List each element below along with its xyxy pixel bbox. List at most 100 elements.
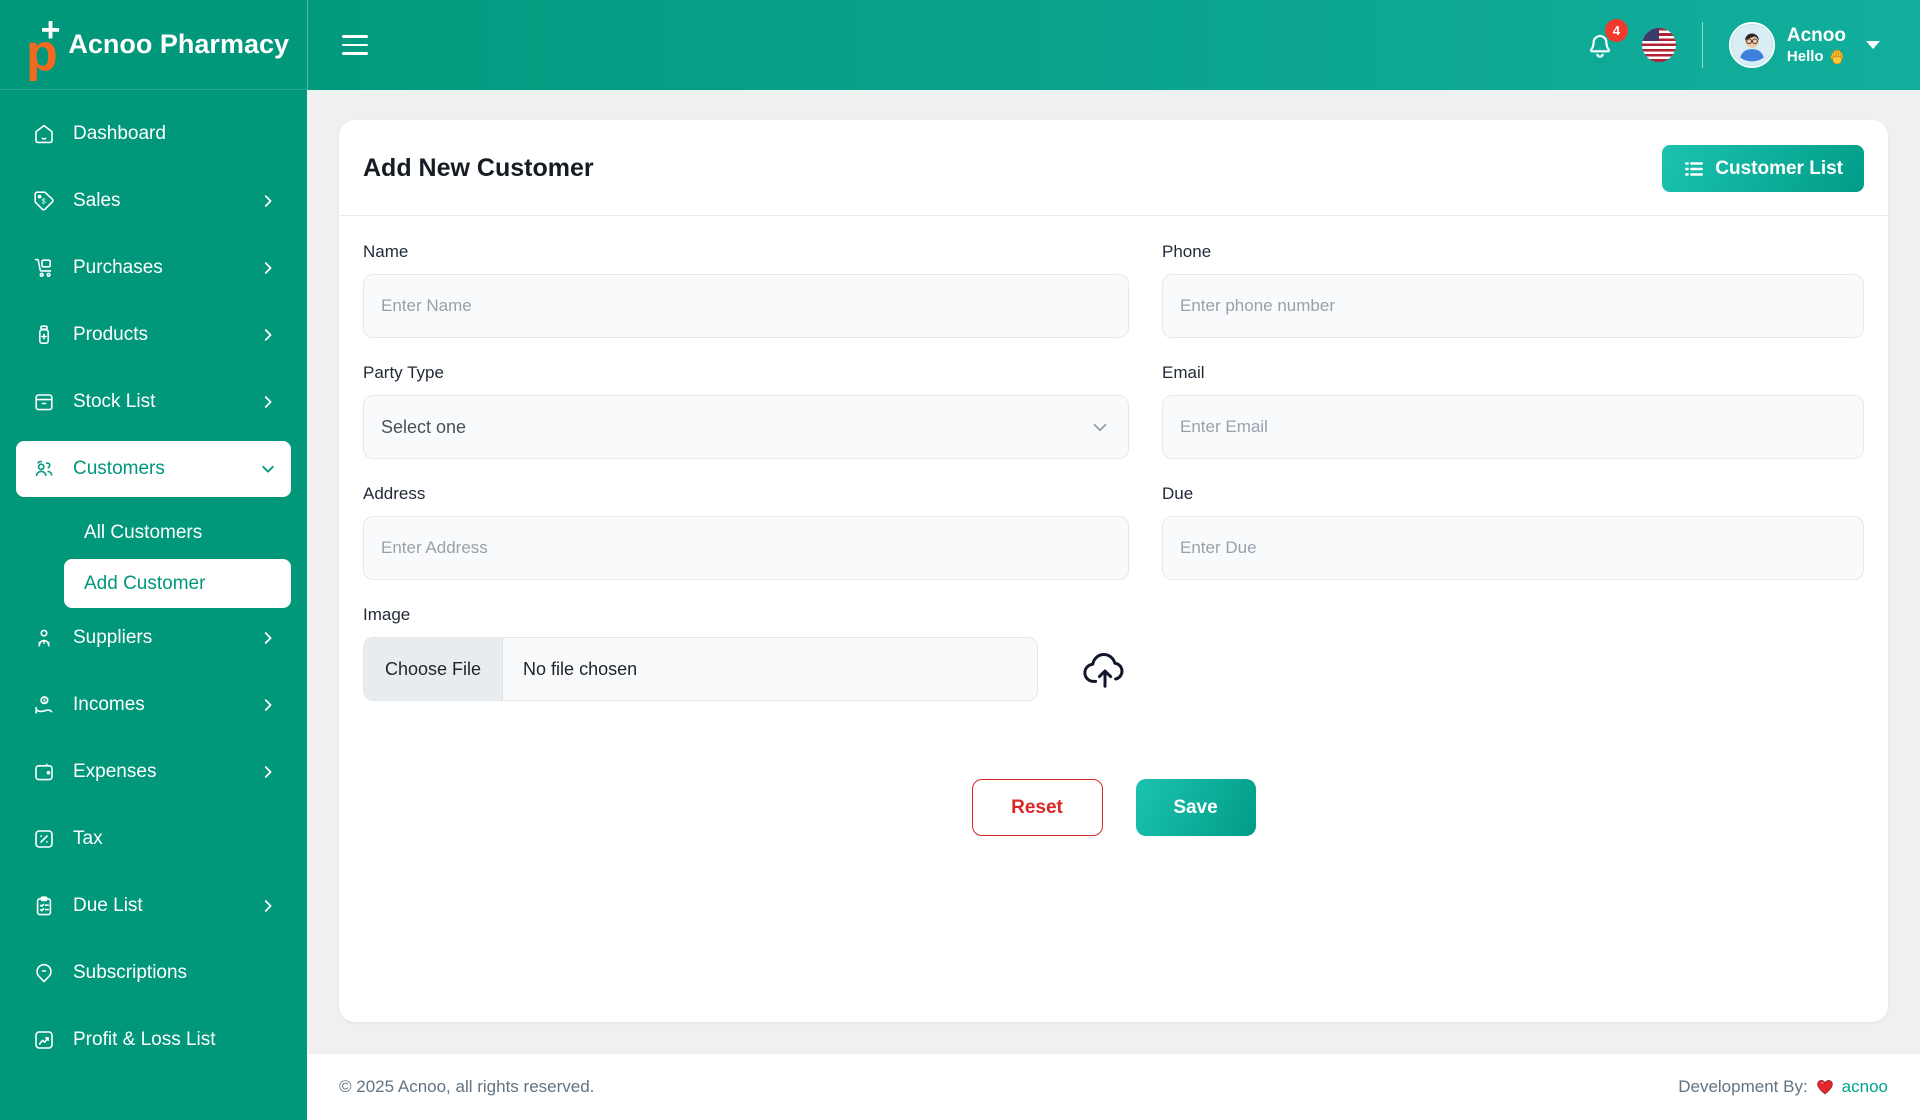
sidebar-item-label: Expenses xyxy=(73,761,156,783)
phone-label: Phone xyxy=(1162,242,1864,262)
sidebar-nav: Dashboard $ Sales Purchases Products Stock Li… xyxy=(0,90,307,1120)
sidebar-item-suppliers[interactable]: Suppliers xyxy=(16,610,291,666)
sidebar-item-purchases[interactable]: Purchases xyxy=(16,240,291,296)
sidebar-item-customers[interactable]: Customers xyxy=(16,441,291,497)
card-body: Name Phone Party Type Select one xyxy=(339,216,1888,862)
address-label: Address xyxy=(363,484,1129,504)
name-field-group: Name xyxy=(363,242,1129,338)
sidebar-item-label: Products xyxy=(73,324,148,346)
reset-button[interactable]: Reset xyxy=(972,779,1103,836)
brand: p + Acnoo Pharmacy xyxy=(0,0,307,90)
due-input[interactable] xyxy=(1162,516,1864,580)
copyright-text: © 2025 Acnoo, all rights reserved. xyxy=(339,1077,594,1097)
wave-hand-icon xyxy=(1827,47,1846,66)
address-input[interactable] xyxy=(363,516,1129,580)
sidebar-item-sales[interactable]: $ Sales xyxy=(16,173,291,229)
acnoo-logo-icon: p + xyxy=(26,17,58,73)
email-input[interactable] xyxy=(1162,395,1864,459)
chevron-right-icon xyxy=(259,192,277,210)
choose-file-button[interactable]: Choose File xyxy=(364,638,503,700)
chevron-down-icon xyxy=(1866,41,1880,49)
sidebar-item-profit-loss-list[interactable]: Profit & Loss List xyxy=(16,1012,291,1068)
sidebar-item-incomes[interactable]: $ Incomes xyxy=(16,677,291,733)
add-customer-card: Add New Customer Customer List Name xyxy=(339,120,1888,1022)
sidebar-item-stock-list[interactable]: Stock List xyxy=(16,374,291,430)
user-menu[interactable]: Acnoo Hello xyxy=(1729,22,1880,68)
user-greeting: Hello xyxy=(1787,48,1824,67)
name-label: Name xyxy=(363,242,1129,262)
wallet-icon xyxy=(32,760,56,784)
content-column: 4 xyxy=(307,0,1920,1120)
due-label: Due xyxy=(1162,484,1864,504)
sidebar-item-label: Subscriptions xyxy=(73,962,187,984)
chevron-right-icon xyxy=(259,897,277,915)
name-input[interactable] xyxy=(363,274,1129,338)
heart-icon xyxy=(1815,1077,1835,1097)
sidebar-item-products[interactable]: Products xyxy=(16,307,291,363)
file-status: No file chosen xyxy=(503,638,657,700)
sidebar-item-label: Incomes xyxy=(73,694,145,716)
chevron-right-icon xyxy=(259,259,277,277)
phone-field-group: Phone xyxy=(1162,242,1864,338)
list-icon xyxy=(1683,158,1705,180)
chevron-right-icon xyxy=(259,326,277,344)
notification-badge: 4 xyxy=(1605,19,1628,42)
sidebar-subitem-all-customers[interactable]: All Customers xyxy=(64,508,291,557)
file-input[interactable]: Choose File No file chosen xyxy=(363,637,1038,701)
percent-icon xyxy=(32,827,56,851)
bottle-icon xyxy=(32,323,56,347)
sidebar-item-label: Purchases xyxy=(73,257,163,279)
sidebar-item-subscriptions[interactable]: Subscriptions xyxy=(16,945,291,1001)
sidebar-item-label: Profit & Loss List xyxy=(73,1029,216,1051)
topbar-divider xyxy=(1702,22,1703,68)
sidebar-item-due-list[interactable]: Due List xyxy=(16,878,291,934)
sidebar: p + Acnoo Pharmacy Dashboard $ Sales Purcha… xyxy=(0,0,307,1120)
party-type-field-group: Party Type Select one xyxy=(363,363,1129,459)
svg-text:$: $ xyxy=(42,197,47,206)
page-title: Add New Customer xyxy=(363,154,594,183)
sidebar-item-label: Sales xyxy=(73,190,121,212)
chevron-down-icon xyxy=(259,460,277,478)
users-icon xyxy=(32,457,56,481)
sidebar-item-label: Customers xyxy=(73,458,165,480)
email-label: Email xyxy=(1162,363,1864,383)
user-name: Acnoo xyxy=(1787,24,1846,48)
address-field-group: Address xyxy=(363,484,1129,580)
pin-tag-icon xyxy=(32,961,56,985)
phone-input[interactable] xyxy=(1162,274,1864,338)
sidebar-item-label: Tax xyxy=(73,828,103,850)
sidebar-item-tax[interactable]: Tax xyxy=(16,811,291,867)
sidebar-item-label: Dashboard xyxy=(73,123,166,145)
language-flag-us-icon[interactable] xyxy=(1642,28,1676,62)
app-window: p + Acnoo Pharmacy Dashboard $ Sales Purcha… xyxy=(0,0,1920,1120)
clipboard-icon xyxy=(32,894,56,918)
due-field-group: Due xyxy=(1162,484,1864,580)
form-actions: Reset Save xyxy=(363,779,1864,836)
brand-name: Acnoo Pharmacy xyxy=(68,29,289,60)
image-label: Image xyxy=(363,605,1129,625)
customer-list-button[interactable]: Customer List xyxy=(1662,145,1864,192)
save-button[interactable]: Save xyxy=(1136,779,1256,836)
developer-link[interactable]: acnoo xyxy=(1842,1077,1888,1097)
chevron-right-icon xyxy=(259,696,277,714)
coin-hand-icon: $ xyxy=(32,693,56,717)
person-icon xyxy=(32,626,56,650)
tag-icon: $ xyxy=(32,189,56,213)
sidebar-item-dashboard[interactable]: Dashboard xyxy=(16,106,291,162)
card-header: Add New Customer Customer List xyxy=(339,120,1888,216)
sidebar-subitem-add-customer[interactable]: Add Customer xyxy=(64,559,291,608)
party-type-select[interactable]: Select one xyxy=(363,395,1129,459)
topbar: 4 xyxy=(307,0,1920,90)
sidebar-item-expenses[interactable]: Expenses xyxy=(16,744,291,800)
sidebar-item-label: Due List xyxy=(73,895,143,917)
chevron-right-icon xyxy=(259,629,277,647)
footer: © 2025 Acnoo, all rights reserved. Devel… xyxy=(307,1054,1920,1120)
hamburger-menu-icon[interactable] xyxy=(336,29,374,61)
cloud-upload-icon[interactable] xyxy=(1081,645,1129,693)
chevron-right-icon xyxy=(259,393,277,411)
notifications-button[interactable]: 4 xyxy=(1584,29,1616,61)
main-content: Add New Customer Customer List Name xyxy=(307,90,1920,1054)
chevron-down-icon xyxy=(1089,416,1111,438)
party-type-value: Select one xyxy=(381,417,466,438)
development-by-text: Development By: xyxy=(1678,1077,1807,1097)
